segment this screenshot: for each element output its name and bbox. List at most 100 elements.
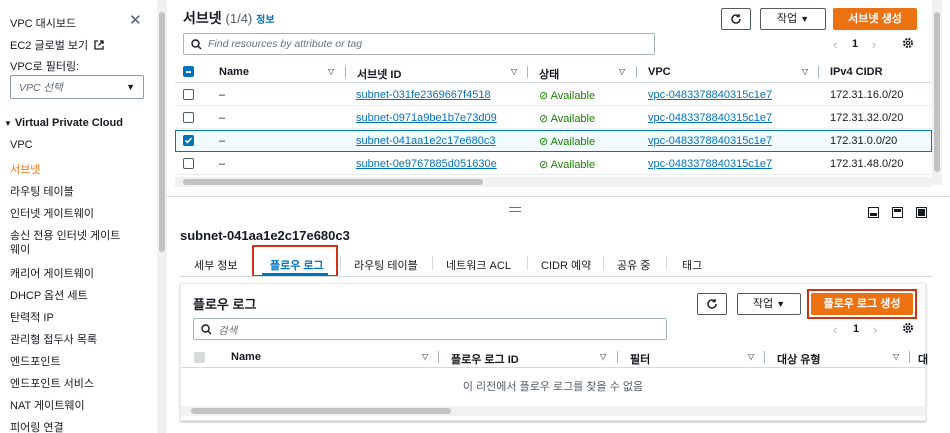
sidebar-item-nat-gateways[interactable]: NAT 게이트웨이 <box>10 397 85 413</box>
detail-subnet-id: subnet-041aa1e2c17e680c3 <box>180 228 350 243</box>
tab-divider <box>603 256 604 270</box>
prev-page-icon[interactable]: ‹ <box>833 322 837 337</box>
scrollbar-thumb[interactable] <box>191 408 451 414</box>
sidebar-item-managed-prefix-lists[interactable]: 관리형 접두사 목록 <box>10 331 97 347</box>
section-virtual-private-cloud[interactable]: ▼ Virtual Private Cloud <box>4 117 123 129</box>
column-header-vpc[interactable]: VPC <box>648 66 671 78</box>
sort-icon[interactable]: ▽ <box>422 352 428 361</box>
cell-subnet-id-link[interactable]: subnet-041aa1e2c17e680c3 <box>356 135 495 147</box>
column-header-name[interactable]: Name <box>219 66 249 78</box>
column-divider[interactable] <box>617 351 618 363</box>
sidebar-item-route-tables[interactable]: 라우팅 테이블 <box>10 183 74 199</box>
sort-icon[interactable]: ▽ <box>748 352 754 361</box>
cell-subnet-id-link[interactable]: subnet-0971a9be1b7e73d09 <box>356 112 497 124</box>
sidebar-item-endpoints[interactable]: 엔드포인트 <box>10 353 61 369</box>
tab-tags[interactable]: 태그 <box>682 257 702 273</box>
flow-logs-actions-button[interactable]: 작업 ▼ <box>737 293 801 315</box>
info-link[interactable]: 정보 <box>256 15 274 26</box>
scrollbar-thumb[interactable] <box>183 179 483 185</box>
tab-details[interactable]: 세부 정보 <box>194 257 238 273</box>
scrollbar-thumb[interactable] <box>159 12 165 252</box>
prev-page-icon[interactable]: ‹ <box>833 37 837 52</box>
panel-layout-full-icon[interactable] <box>916 207 927 221</box>
column-divider[interactable] <box>527 66 528 78</box>
create-flow-log-button[interactable]: 플로우 로그 생성 <box>811 293 913 315</box>
settings-gear-icon[interactable] <box>902 37 914 52</box>
row-checkbox[interactable] <box>183 89 194 100</box>
flow-logs-search-input[interactable]: 검색 <box>193 318 667 340</box>
sidebar-item-endpoint-services[interactable]: 엔드포인트 서비스 <box>10 375 94 391</box>
cell-vpc-link[interactable]: vpc-0483378840315c1e7 <box>648 135 772 147</box>
flow-logs-hscrollbar[interactable] <box>181 406 925 416</box>
sidebar-item-vpc[interactable]: VPC <box>10 139 33 151</box>
sidebar-scrollbar[interactable] <box>157 0 167 433</box>
sidebar-item-elastic-ip[interactable]: 탄력적 IP <box>10 309 54 325</box>
tab-cidr-reservations[interactable]: CIDR 예약 <box>541 257 591 273</box>
row-checkbox[interactable] <box>183 158 194 169</box>
column-header-truncated[interactable]: 대 <box>918 351 928 367</box>
next-page-icon[interactable]: › <box>873 322 877 337</box>
sort-icon[interactable]: ▽ <box>802 67 808 76</box>
subnet-table-hscrollbar[interactable] <box>175 177 932 187</box>
table-row[interactable]: – subnet-031fe2369667f4518 ⊘ Available v… <box>175 84 932 106</box>
page-number[interactable]: 1 <box>853 323 859 335</box>
sidebar-item-carrier-gateways[interactable]: 캐리어 게이트웨이 <box>10 265 94 281</box>
cell-vpc-link[interactable]: vpc-0483378840315c1e7 <box>648 89 772 101</box>
table-row[interactable]: – subnet-0e9767885d051630e ⊘ Available v… <box>175 153 932 175</box>
column-divider[interactable] <box>909 351 910 363</box>
column-header-filter[interactable]: 필터 <box>630 351 650 367</box>
column-divider[interactable] <box>764 351 765 363</box>
cell-subnet-id-link[interactable]: subnet-031fe2369667f4518 <box>356 89 491 101</box>
tab-flow-logs[interactable]: 플로우 로그 <box>270 257 324 273</box>
column-divider[interactable] <box>818 66 819 78</box>
close-icon[interactable]: ✕ <box>129 11 142 29</box>
cell-vpc-link[interactable]: vpc-0483378840315c1e7 <box>648 158 772 170</box>
sidebar-item-peering-connections[interactable]: 피어링 연결 <box>10 419 64 433</box>
panel-layout-bottom-icon[interactable] <box>868 207 879 221</box>
select-all-checkbox[interactable] <box>183 66 194 77</box>
column-header-status[interactable]: 상태 <box>539 66 559 82</box>
column-divider[interactable] <box>636 66 637 78</box>
cell-vpc-link[interactable]: vpc-0483378840315c1e7 <box>648 112 772 124</box>
sidebar-item-egress-only-gateways-cont[interactable]: 웨이 <box>10 241 30 257</box>
tab-network-acl[interactable]: 네트워크 ACL <box>446 257 511 273</box>
column-header-subnet-id[interactable]: 서브넷 ID <box>357 66 401 82</box>
resize-handle-icon[interactable] <box>509 207 521 212</box>
row-checkbox-checked[interactable] <box>183 135 194 146</box>
page-number[interactable]: 1 <box>852 38 858 50</box>
sort-icon[interactable]: ▽ <box>328 67 334 76</box>
table-row[interactable]: – subnet-0971a9be1b7e73d09 ⊘ Available v… <box>175 107 932 129</box>
table-row-selected[interactable]: – subnet-041aa1e2c17e680c3 ⊘ Available v… <box>175 130 932 152</box>
sort-icon[interactable]: ▽ <box>600 352 606 361</box>
main-scrollbar[interactable] <box>932 0 942 185</box>
next-page-icon[interactable]: › <box>872 37 876 52</box>
sort-icon[interactable]: ▽ <box>619 67 625 76</box>
sidebar-item-vpc-dashboard[interactable]: VPC 대시보드 <box>10 15 76 31</box>
subnet-search-input[interactable]: Find resources by attribute or tag <box>183 33 655 55</box>
column-header-ipv4-cidr[interactable]: IPv4 CIDR <box>830 66 883 78</box>
column-divider[interactable] <box>345 66 346 78</box>
scrollbar-thumb[interactable] <box>934 12 940 172</box>
sidebar-item-subnets[interactable]: 서브넷 <box>10 161 40 177</box>
flow-logs-refresh-button[interactable] <box>697 293 727 315</box>
tab-sharing[interactable]: 공유 중 <box>617 257 650 273</box>
refresh-button[interactable] <box>721 8 751 30</box>
tab-route-tables[interactable]: 라우팅 테이블 <box>354 257 418 273</box>
panel-layout-side-icon[interactable] <box>892 207 903 221</box>
sidebar-item-ec2-global-view[interactable]: EC2 글로벌 보기 <box>10 37 104 53</box>
cell-subnet-id-link[interactable]: subnet-0e9767885d051630e <box>356 158 497 170</box>
create-subnet-button[interactable]: 서브넷 생성 <box>833 8 917 30</box>
settings-gear-icon[interactable] <box>902 322 914 337</box>
sort-icon[interactable]: ▽ <box>511 67 517 76</box>
column-divider[interactable] <box>438 351 439 363</box>
column-header-flow-log-id[interactable]: 플로우 로그 ID <box>451 351 519 367</box>
vpc-filter-select[interactable]: VPC 선택 ▼ <box>10 75 144 99</box>
sidebar-item-internet-gateways[interactable]: 인터넷 게이트웨이 <box>10 205 94 221</box>
sidebar-item-dhcp-options[interactable]: DHCP 옵션 세트 <box>10 287 88 303</box>
column-header-destination-type[interactable]: 대상 유형 <box>777 351 821 367</box>
column-header-name[interactable]: Name <box>231 351 261 363</box>
cell-cidr: 172.31.0.0/20 <box>830 135 898 147</box>
sort-icon[interactable]: ▽ <box>893 352 899 361</box>
actions-button[interactable]: 작업 ▼ <box>760 8 826 30</box>
row-checkbox[interactable] <box>183 112 194 123</box>
